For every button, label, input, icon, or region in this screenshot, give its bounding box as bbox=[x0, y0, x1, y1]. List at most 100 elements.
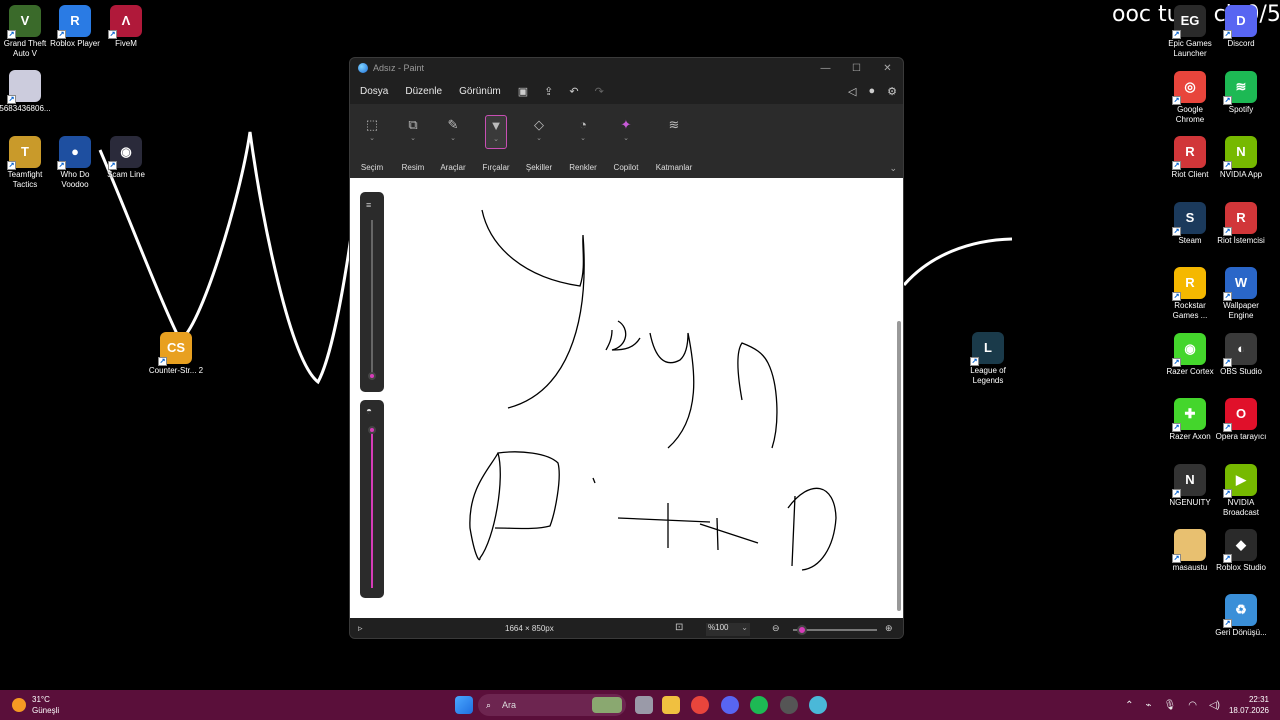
wifi-icon[interactable]: ◠ bbox=[1188, 700, 1197, 711]
desktop: ooc tunç ck 0/5 V↗Grand Theft Auto VR↗Ro… bbox=[0, 0, 1280, 690]
ribbon-group-katmanlar[interactable]: ≋ Katmanlar bbox=[653, 104, 695, 178]
ribbon-group-copilot[interactable]: ✦ ⌄ Copilot bbox=[608, 104, 644, 178]
desktop-icon-discord[interactable]: D ↗ Discord bbox=[1213, 5, 1269, 49]
layers-icon: ≋ bbox=[668, 117, 680, 132]
clock[interactable]: 22:31 18.07.2026 bbox=[1225, 694, 1269, 716]
desktop-icon-epic-games-launcher[interactable]: EG ↗ Epic Games Launcher bbox=[1162, 5, 1218, 59]
riot-i-stemcisi-icon: R ↗ bbox=[1223, 201, 1257, 236]
menu-gorunum[interactable]: Görünüm bbox=[459, 86, 501, 97]
desktop-icon-who-do-voodoo[interactable]: ● ↗ Who Do Voodoo bbox=[47, 136, 103, 190]
desktop-icon-fivem[interactable]: Λ ↗ FiveM bbox=[98, 5, 154, 49]
search-highlight-icon bbox=[592, 697, 622, 713]
desktop-icon-razer-axon[interactable]: ✚ ↗ Razer Axon bbox=[1162, 398, 1218, 442]
network-icon[interactable]: ⌁ bbox=[1146, 700, 1152, 711]
desktop-icon-teamfight-tactics[interactable]: T ↗ Teamfight Tactics bbox=[0, 136, 53, 190]
opacity-slider-thumb[interactable] bbox=[368, 426, 376, 434]
desktop-icon-rockstar-games[interactable]: R ↗ Rockstar Games ... bbox=[1162, 267, 1218, 321]
image-icon: ⧉ ⌄ bbox=[408, 117, 418, 143]
discord-icon[interactable] bbox=[721, 696, 739, 714]
desktop-icon-scam-line[interactable]: ◉ ↗ Scam Line bbox=[98, 136, 154, 180]
menu-dosya[interactable]: Dosya bbox=[360, 86, 388, 97]
desktop-icon-label: Google Chrome bbox=[1175, 104, 1205, 124]
paint-taskbar-icon[interactable] bbox=[809, 696, 827, 714]
start-windows-icon[interactable] bbox=[455, 696, 473, 714]
ribbon-group-secim[interactable]: ⬚ ⌄ Seçim bbox=[355, 104, 389, 178]
system-tray: ⌃ ⌁ 🎙 ◠ ◁) bbox=[1113, 690, 1220, 720]
desktop-icon-riot-i-stemcisi[interactable]: R ↗ Riot İstemcisi bbox=[1213, 201, 1269, 246]
desktop-icon-label: NVIDIA App bbox=[1219, 170, 1263, 179]
ribbon-group-sekiller[interactable]: ◇ ⌄ Şekiller bbox=[520, 104, 558, 178]
desktop-icon-label: Geri Dönüşü... bbox=[1215, 628, 1267, 637]
desktop-icon-league-of-legends[interactable]: L ↗ League of Legends bbox=[960, 332, 1016, 386]
search-box[interactable]: ⌕ Ara bbox=[478, 694, 626, 716]
menu-bar: Dosya Düzenle Görünüm ▣ ⇪ ↶ ↷ ◁ ● ⚙ bbox=[350, 78, 903, 104]
desktop-icon-nvidia-app[interactable]: N ↗ NVIDIA App bbox=[1213, 136, 1269, 180]
desktop-icon-roblox-studio[interactable]: ◆ ↗ Roblox Studio bbox=[1213, 529, 1269, 573]
desktop-icon-geri-d-n[interactable]: ♻ ↗ Geri Dönüşü... bbox=[1213, 594, 1269, 638]
paint-window[interactable]: Adsız - Paint — ☐ ✕ Dosya Düzenle Görünü… bbox=[349, 57, 904, 639]
brush-size-slider-thumb[interactable] bbox=[368, 372, 376, 380]
ribbon-group-araclar[interactable]: ✎ ⌄ Araçlar bbox=[436, 104, 470, 178]
desktop-icon-label: League of Legends bbox=[970, 366, 1006, 385]
desktop-icon-label: masaustu bbox=[1172, 563, 1208, 572]
gear-icon[interactable]: ⚙ bbox=[887, 85, 897, 98]
task-view-icon[interactable] bbox=[635, 696, 653, 714]
spotify-icon[interactable] bbox=[750, 696, 768, 714]
desktop-icon-roblox-player[interactable]: R ↗ Roblox Player bbox=[47, 5, 103, 49]
ribbon-group-resim[interactable]: ⧉ ⌄ Resim bbox=[396, 104, 430, 178]
fit-to-window-icon[interactable]: ⊡ bbox=[675, 622, 683, 633]
league-of-legends-icon: L ↗ bbox=[970, 332, 1004, 366]
share-icon[interactable]: ⇪ bbox=[544, 85, 553, 98]
account-icon[interactable]: ● bbox=[868, 85, 875, 98]
selection-icon: ⬚ ⌄ bbox=[365, 117, 379, 143]
opacity-track[interactable] bbox=[371, 430, 373, 588]
desktop-icon-riot-client[interactable]: R ↗ Riot Client bbox=[1162, 136, 1218, 180]
app-icon[interactable] bbox=[780, 696, 798, 714]
desktop-icon-nvidia-broadcast[interactable]: ▶ ↗ NVIDIA Broadcast bbox=[1213, 463, 1269, 518]
volume-icon[interactable]: ◁) bbox=[1209, 700, 1220, 711]
save-icon[interactable]: ▣ bbox=[518, 85, 528, 98]
chevron-up-icon[interactable]: ⌃ bbox=[1125, 700, 1133, 711]
brush-size-track[interactable] bbox=[371, 220, 373, 380]
vertical-scrollbar[interactable] bbox=[897, 321, 901, 611]
desktop-icon-google-chrome[interactable]: ◎ ↗ Google Chrome bbox=[1162, 70, 1218, 125]
redo-icon[interactable]: ↷ bbox=[595, 85, 604, 98]
desktop-icon-opera-taray-c[interactable]: O ↗ Opera tarayıcı bbox=[1213, 398, 1269, 442]
zoom-select[interactable]: %100 ⌄ bbox=[706, 623, 750, 636]
desktop-icon-masaustu[interactable]: ↗ masaustu bbox=[1162, 529, 1218, 573]
zoom-out-icon[interactable]: ⊖ bbox=[772, 623, 780, 634]
file-explorer-icon[interactable] bbox=[662, 696, 680, 714]
menu-duzenle[interactable]: Düzenle bbox=[405, 86, 442, 97]
ngenuity-icon: N ↗ bbox=[1172, 463, 1206, 498]
undo-icon[interactable]: ↶ bbox=[569, 85, 578, 98]
close-button[interactable]: ✕ bbox=[872, 63, 903, 74]
obs-studio-icon: ◐ ↗ bbox=[1223, 332, 1257, 367]
megaphone-icon[interactable]: ◁ bbox=[848, 85, 856, 98]
google-chrome-icon: ◎ ↗ bbox=[1172, 70, 1206, 105]
window-title: Adsız - Paint bbox=[373, 63, 425, 73]
desktop-icon-5683436806[interactable]: ↗ 5683436806... bbox=[0, 70, 53, 114]
desktop-icon-steam[interactable]: S ↗ Steam bbox=[1162, 201, 1218, 246]
chrome-icon[interactable] bbox=[691, 696, 709, 714]
microphone-icon[interactable]: 🎙 bbox=[1164, 700, 1177, 711]
desktop-icon-grand-theft-auto-v[interactable]: V ↗ Grand Theft Auto V bbox=[0, 5, 53, 59]
desktop-icon-wallpaper-engine[interactable]: W ↗ Wallpaper Engine bbox=[1213, 267, 1269, 321]
ribbon-group-fircalar[interactable]: ▼ ⌄ Fırçalar bbox=[479, 104, 513, 178]
minimize-button[interactable]: — bbox=[810, 63, 841, 74]
zoom-slider-thumb[interactable] bbox=[797, 625, 807, 635]
desktop-icon-counter-str-2[interactable]: CS ↗ Counter-Str... 2 bbox=[148, 332, 204, 376]
desktop-icon-obs-studio[interactable]: ◐ ↗ OBS Studio bbox=[1213, 332, 1269, 377]
brush-icon: ▼ ⌄ bbox=[485, 115, 507, 149]
ribbon-expand-chevron-icon[interactable]: ⌄ bbox=[889, 163, 897, 174]
desktop-icon-razer-cortex[interactable]: ◉ ↗ Razer Cortex bbox=[1162, 332, 1218, 377]
drawing-canvas[interactable]: ≡ ◓ bbox=[350, 178, 903, 618]
ribbon-group-renkler[interactable]: ◔ ⌄ Renkler bbox=[565, 104, 601, 178]
desktop-icon-label: Discord bbox=[1227, 39, 1255, 48]
maximize-button[interactable]: ☐ bbox=[841, 63, 872, 74]
zoom-in-icon[interactable]: ⊕ bbox=[885, 623, 893, 634]
weather-widget[interactable]: 31°C Güneşli bbox=[12, 694, 59, 716]
palette-icon: ◔ ⌄ bbox=[579, 117, 587, 143]
desktop-icon-spotify[interactable]: ≋ ↗ Spotify bbox=[1213, 70, 1269, 115]
desktop-icon-ngenuity[interactable]: N ↗ NGENUITY bbox=[1162, 463, 1218, 508]
title-bar[interactable]: Adsız - Paint — ☐ ✕ bbox=[350, 58, 903, 78]
